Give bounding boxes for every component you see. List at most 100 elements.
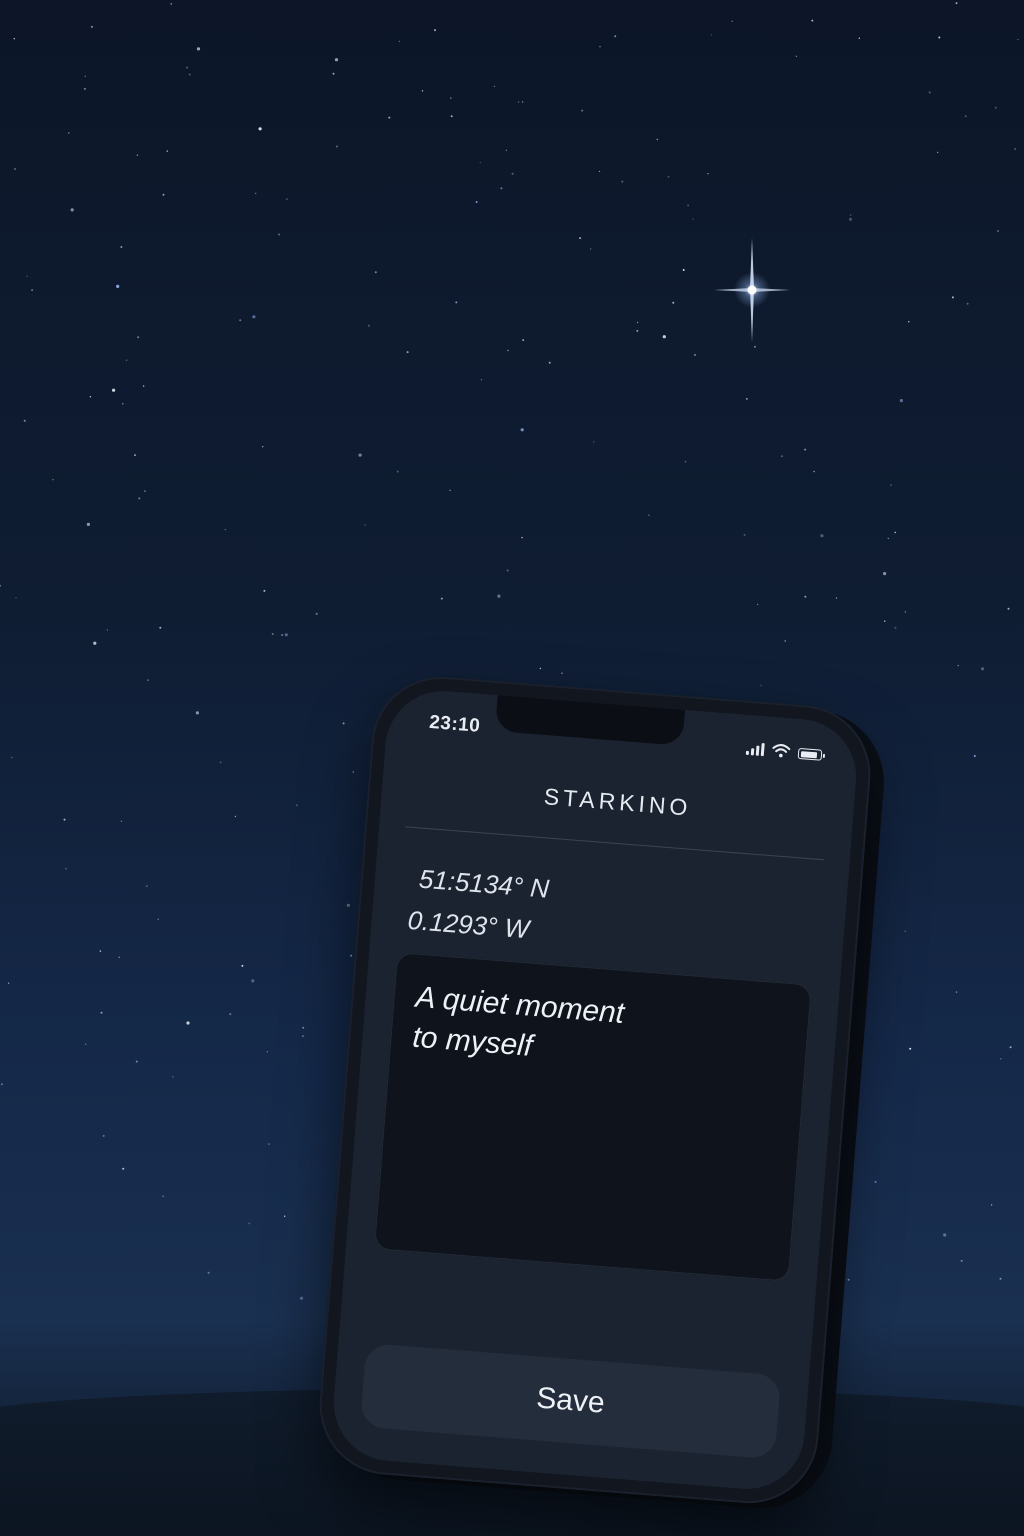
star [760, 684, 762, 687]
signal-icon [745, 742, 765, 757]
star [186, 1021, 190, 1025]
star [106, 629, 109, 631]
star [219, 761, 222, 764]
star [599, 46, 601, 48]
star [548, 361, 551, 364]
star [125, 359, 128, 361]
star [522, 339, 525, 342]
phone-notch [494, 695, 686, 746]
star [780, 455, 783, 458]
note-input[interactable]: A quiet moment to myself [373, 952, 812, 1282]
star [255, 192, 257, 195]
star [258, 127, 262, 131]
star [281, 634, 284, 636]
status-icons [745, 739, 823, 761]
star [614, 35, 617, 38]
star [116, 284, 120, 288]
star [1007, 607, 1010, 610]
star [943, 1233, 947, 1237]
star [682, 269, 685, 271]
star [241, 964, 244, 967]
note-text[interactable]: A quiet moment to myself [411, 978, 788, 1087]
star [100, 1011, 103, 1014]
star [234, 815, 237, 818]
star [887, 537, 889, 540]
star [707, 173, 709, 175]
star [647, 514, 650, 517]
star [23, 419, 26, 422]
star [847, 1278, 850, 1281]
star [883, 572, 887, 576]
star [86, 522, 90, 527]
night-sky-scene: 23:10 STARKINO 51:5134° N 0.1293° W A qu… [0, 0, 1024, 1536]
star [506, 569, 509, 572]
star [521, 536, 523, 539]
star [346, 903, 350, 907]
phone-body: 23:10 STARKINO 51:5134° N 0.1293° W A qu… [314, 671, 876, 1509]
star [1009, 1046, 1012, 1049]
star [593, 441, 595, 443]
star [93, 641, 97, 645]
star [858, 37, 860, 39]
star [188, 73, 191, 76]
star [804, 448, 807, 451]
star [590, 248, 592, 250]
header-divider [405, 826, 824, 861]
star [479, 161, 481, 164]
star [966, 302, 969, 305]
star [667, 175, 670, 178]
star [396, 470, 399, 473]
star [135, 1060, 138, 1063]
star [334, 58, 339, 62]
star [928, 91, 931, 94]
location-coordinates: 51:5134° N 0.1293° W [406, 857, 551, 952]
star [731, 20, 733, 22]
star [964, 115, 967, 118]
star [13, 38, 15, 40]
star [166, 150, 168, 152]
star [63, 818, 66, 821]
star [804, 595, 807, 598]
star [904, 930, 906, 932]
star [493, 85, 496, 88]
star [539, 667, 542, 670]
star [374, 271, 377, 274]
star [517, 101, 520, 103]
star [271, 633, 274, 635]
star [951, 296, 954, 299]
star [795, 55, 798, 57]
star [14, 168, 16, 170]
star [849, 214, 852, 216]
star [684, 461, 687, 463]
star [26, 275, 28, 277]
save-button[interactable]: Save [359, 1342, 782, 1460]
star [1014, 148, 1017, 150]
star [342, 722, 345, 725]
star [315, 612, 318, 615]
star [507, 349, 509, 352]
star [11, 756, 13, 759]
star [162, 1195, 164, 1198]
star [186, 66, 189, 69]
star [52, 479, 54, 481]
star [263, 589, 266, 592]
phone: 23:10 STARKINO 51:5134° N 0.1293° W A qu… [314, 671, 890, 1514]
star [248, 1222, 251, 1225]
star [694, 354, 696, 356]
star [434, 29, 436, 32]
star [90, 25, 93, 28]
star [973, 755, 976, 757]
star [352, 771, 354, 773]
star [0, 584, 1, 587]
star [157, 918, 159, 920]
star [68, 132, 70, 134]
star [421, 90, 424, 92]
star [1000, 1058, 1002, 1060]
star [172, 1076, 174, 1078]
star [745, 397, 748, 400]
star [262, 446, 264, 448]
star [251, 979, 255, 983]
star [284, 1215, 286, 1217]
star [937, 151, 939, 154]
star [938, 36, 941, 39]
